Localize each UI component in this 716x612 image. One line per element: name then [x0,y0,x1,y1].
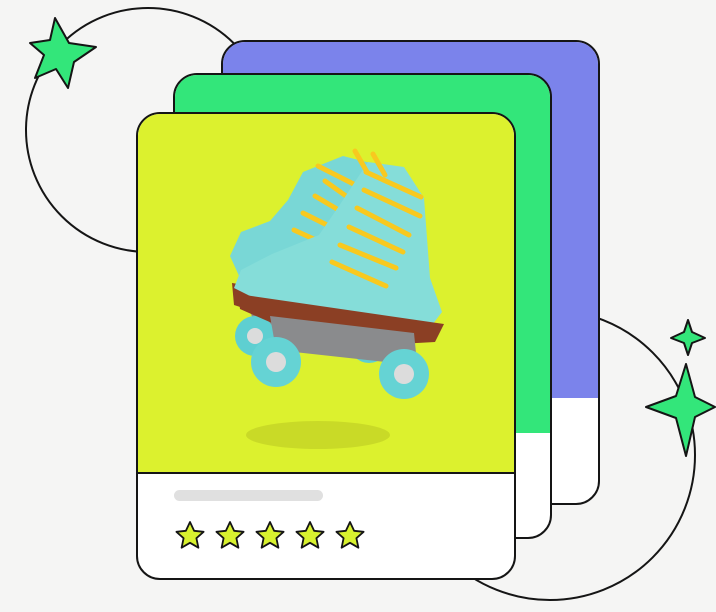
star-rating [174,519,394,553]
sparkle-icon [29,17,97,89]
illustration-canvas [0,0,716,612]
sparkle-icon [645,363,716,457]
star-icon [335,521,365,549]
product-image-panel [138,114,514,474]
star-icon [215,521,245,549]
product-card-front [136,112,516,580]
star-icon [295,521,325,549]
star-icon [175,521,205,549]
text-placeholder-bar [174,490,323,501]
roller-skates-image [230,148,444,449]
star-icon [255,521,285,549]
sparkle-icon [670,319,706,356]
